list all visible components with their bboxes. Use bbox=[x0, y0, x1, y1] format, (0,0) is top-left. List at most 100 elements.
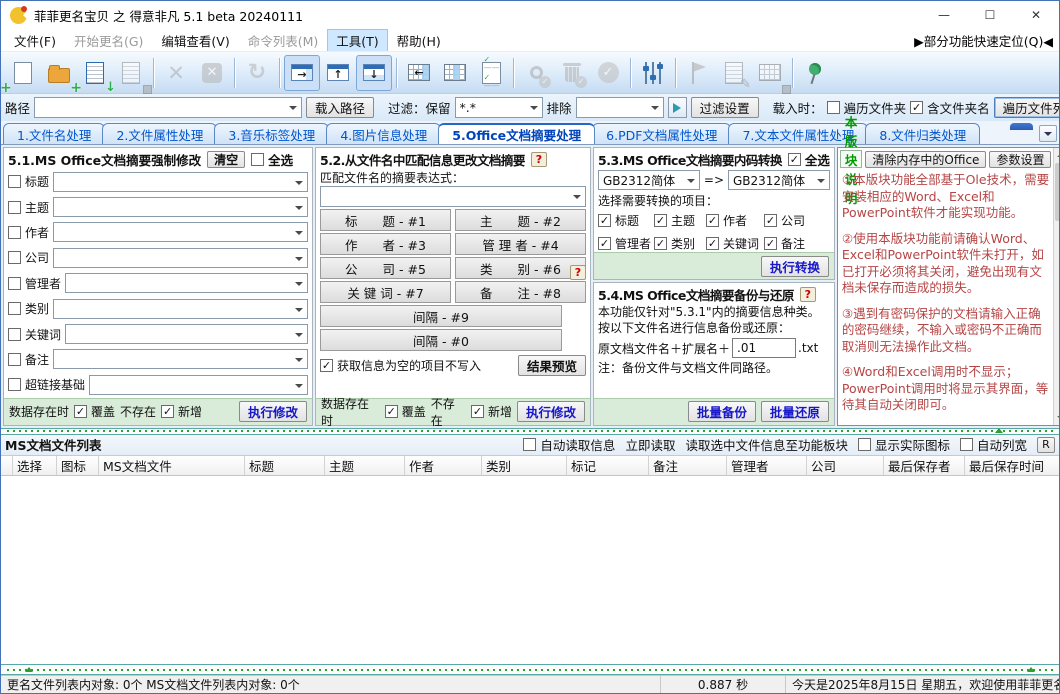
new-file-icon[interactable]: + bbox=[5, 55, 41, 91]
column-left-icon[interactable]: ← bbox=[401, 55, 437, 91]
convert-subject-option[interactable]: 主题 bbox=[654, 212, 706, 229]
column-subject[interactable]: 主题 bbox=[325, 456, 405, 475]
keywords-combo[interactable] bbox=[65, 324, 308, 344]
convert-manager-checkbox[interactable] bbox=[598, 237, 611, 250]
traverse-folders-option[interactable]: 遍历文件夹 bbox=[827, 98, 907, 117]
menu-command-list[interactable]: 命令列表(M) bbox=[239, 29, 328, 52]
select-all-option-53[interactable]: 全选 bbox=[788, 150, 830, 169]
include-folder-name-option[interactable]: 含文件夹名 bbox=[910, 98, 990, 117]
menu-edit-view[interactable]: 编辑查看(V) bbox=[152, 29, 238, 52]
scroll-down-icon[interactable] bbox=[1054, 411, 1060, 425]
convert-subject-checkbox[interactable] bbox=[654, 214, 667, 227]
apply-modify-button-51[interactable]: 执行修改 bbox=[239, 401, 307, 422]
flag-mark-icon[interactable] bbox=[680, 55, 716, 91]
keywords-checkbox[interactable] bbox=[8, 328, 21, 341]
convert-category-checkbox[interactable] bbox=[654, 237, 667, 250]
tab-filename[interactable]: 1.文件名处理 bbox=[3, 123, 105, 144]
skip-empty-option[interactable]: 获取信息为空的项目不写入 bbox=[320, 357, 481, 374]
company-combo[interactable] bbox=[53, 248, 308, 268]
column-title[interactable]: 标题 bbox=[245, 456, 325, 475]
title-checkbox[interactable] bbox=[8, 175, 21, 188]
company-checkbox[interactable] bbox=[8, 251, 21, 264]
convert-title-option[interactable]: 标题 bbox=[598, 212, 654, 229]
menu-file[interactable]: 文件(F) bbox=[5, 29, 65, 52]
tab-pdf-attributes[interactable]: 6.PDF文档属性处理 bbox=[592, 123, 731, 144]
tab-office-summary[interactable]: 5.Office文档摘要处理 bbox=[438, 123, 595, 144]
expression-combo[interactable] bbox=[320, 186, 586, 207]
from-encoding-combo[interactable]: GB2312简体 bbox=[598, 170, 700, 190]
menu-tools[interactable]: 工具(T) bbox=[327, 29, 387, 52]
convert-manager-option[interactable]: 管理者 bbox=[598, 235, 654, 252]
show-real-icons-checkbox[interactable] bbox=[858, 438, 871, 451]
gap-help-button[interactable]: ? bbox=[570, 265, 586, 280]
search-verify-icon[interactable]: ✓ bbox=[518, 55, 554, 91]
save-table-icon[interactable] bbox=[752, 55, 788, 91]
select-all-checkbox-53[interactable] bbox=[788, 153, 801, 166]
apply-modify-button-52[interactable]: 执行修改 bbox=[517, 401, 585, 422]
column-ms-doc-file[interactable]: MS文档文件 bbox=[99, 456, 245, 475]
menu-help[interactable]: 帮助(H) bbox=[388, 29, 450, 52]
overwrite-option-52[interactable]: 覆盖 bbox=[385, 403, 426, 420]
convert-author-option[interactable]: 作者 bbox=[706, 212, 764, 229]
tab-music-tags[interactable]: 3.音乐标签处理 bbox=[214, 123, 329, 144]
column-layout-icon[interactable] bbox=[437, 55, 473, 91]
delete-verify-icon[interactable]: ✓ bbox=[554, 55, 590, 91]
append-option-51[interactable]: 新增 bbox=[161, 403, 202, 420]
pin-icon[interactable] bbox=[797, 55, 833, 91]
column-manager[interactable]: 管理者 bbox=[727, 456, 807, 475]
overwrite-checkbox-51[interactable] bbox=[74, 405, 87, 418]
column-last-saved-time[interactable]: 最后保存时间 bbox=[965, 456, 1059, 475]
quick-locate-label[interactable]: ▶部分功能快速定位(Q)◀ bbox=[914, 31, 1053, 50]
token-author-button[interactable]: 作 者 - #3 bbox=[320, 233, 451, 255]
panel-top-icon[interactable]: ↑ bbox=[320, 55, 356, 91]
comments-checkbox[interactable] bbox=[8, 353, 21, 366]
hyperlink-base-combo[interactable] bbox=[89, 375, 308, 395]
clear-list-icon[interactable]: ✕ bbox=[194, 55, 230, 91]
column-last-saved-by[interactable]: 最后保存者 bbox=[884, 456, 965, 475]
clear-button[interactable]: 清空 bbox=[207, 151, 245, 168]
clear-office-memory-button[interactable]: 清除内存中的Office bbox=[865, 151, 986, 168]
adjust-settings-icon[interactable] bbox=[635, 55, 671, 91]
append-checkbox-51[interactable] bbox=[161, 405, 174, 418]
column-mark[interactable]: 标记 bbox=[567, 456, 649, 475]
manager-checkbox[interactable] bbox=[8, 277, 21, 290]
traverse-file-list-button[interactable]: 遍历文件列表 bbox=[994, 97, 1060, 118]
info-panel-scrollbar[interactable] bbox=[1053, 148, 1060, 425]
auto-read-checkbox[interactable] bbox=[523, 438, 536, 451]
splitter-collapse-icon[interactable] bbox=[995, 428, 1003, 433]
panel-right-icon[interactable]: → bbox=[284, 55, 320, 91]
reset-columns-button[interactable]: R bbox=[1037, 437, 1055, 453]
comments-combo[interactable] bbox=[53, 349, 308, 369]
to-encoding-combo[interactable]: GB2312简体 bbox=[728, 170, 830, 190]
save-file-list-icon[interactable] bbox=[113, 55, 149, 91]
panel-bottom-icon[interactable]: ↓ bbox=[356, 55, 392, 91]
auto-column-width-option[interactable]: 自动列宽 bbox=[960, 435, 1027, 454]
author-combo[interactable] bbox=[53, 222, 308, 242]
filter-combo[interactable]: *.* bbox=[455, 97, 543, 118]
append-checkbox-52[interactable] bbox=[471, 405, 484, 418]
tab-file-attributes[interactable]: 2.文件属性处理 bbox=[102, 123, 217, 144]
edit-list-icon[interactable]: ✎ bbox=[716, 55, 752, 91]
read-selected-link[interactable]: 读取选中文件信息至功能板块 bbox=[685, 435, 848, 454]
load-file-list-icon[interactable]: ↓ bbox=[77, 55, 113, 91]
apply-filter-icon[interactable] bbox=[668, 97, 687, 118]
preview-button[interactable]: 结果预览 bbox=[518, 355, 586, 376]
overwrite-option-51[interactable]: 覆盖 bbox=[74, 403, 115, 420]
column-comments[interactable]: 备注 bbox=[649, 456, 727, 475]
token-gap9-button[interactable]: 间隔 - #9 bbox=[320, 305, 562, 327]
horizontal-splitter-bottom[interactable] bbox=[1, 664, 1059, 675]
scrollbar-thumb[interactable] bbox=[1055, 163, 1060, 221]
load-path-button[interactable]: 载入路径 bbox=[306, 97, 374, 118]
add-folder-icon[interactable]: + bbox=[41, 55, 77, 91]
convert-title-checkbox[interactable] bbox=[598, 214, 611, 227]
token-subject-button[interactable]: 主 题 - #2 bbox=[455, 209, 586, 231]
convert-company-checkbox[interactable] bbox=[764, 214, 777, 227]
doc-table-body[interactable] bbox=[1, 476, 1059, 665]
auto-column-width-checkbox[interactable] bbox=[960, 438, 973, 451]
token-title-button[interactable]: 标 题 - #1 bbox=[320, 209, 451, 231]
close-button[interactable]: ✕ bbox=[1013, 1, 1059, 29]
convert-keywords-option[interactable]: 关键词 bbox=[706, 235, 764, 252]
splitter-collapse-icon[interactable] bbox=[1027, 667, 1035, 672]
token-category-button[interactable]: 类 别 - #6 bbox=[455, 257, 586, 279]
refresh-icon[interactable]: ↻ bbox=[239, 55, 275, 91]
